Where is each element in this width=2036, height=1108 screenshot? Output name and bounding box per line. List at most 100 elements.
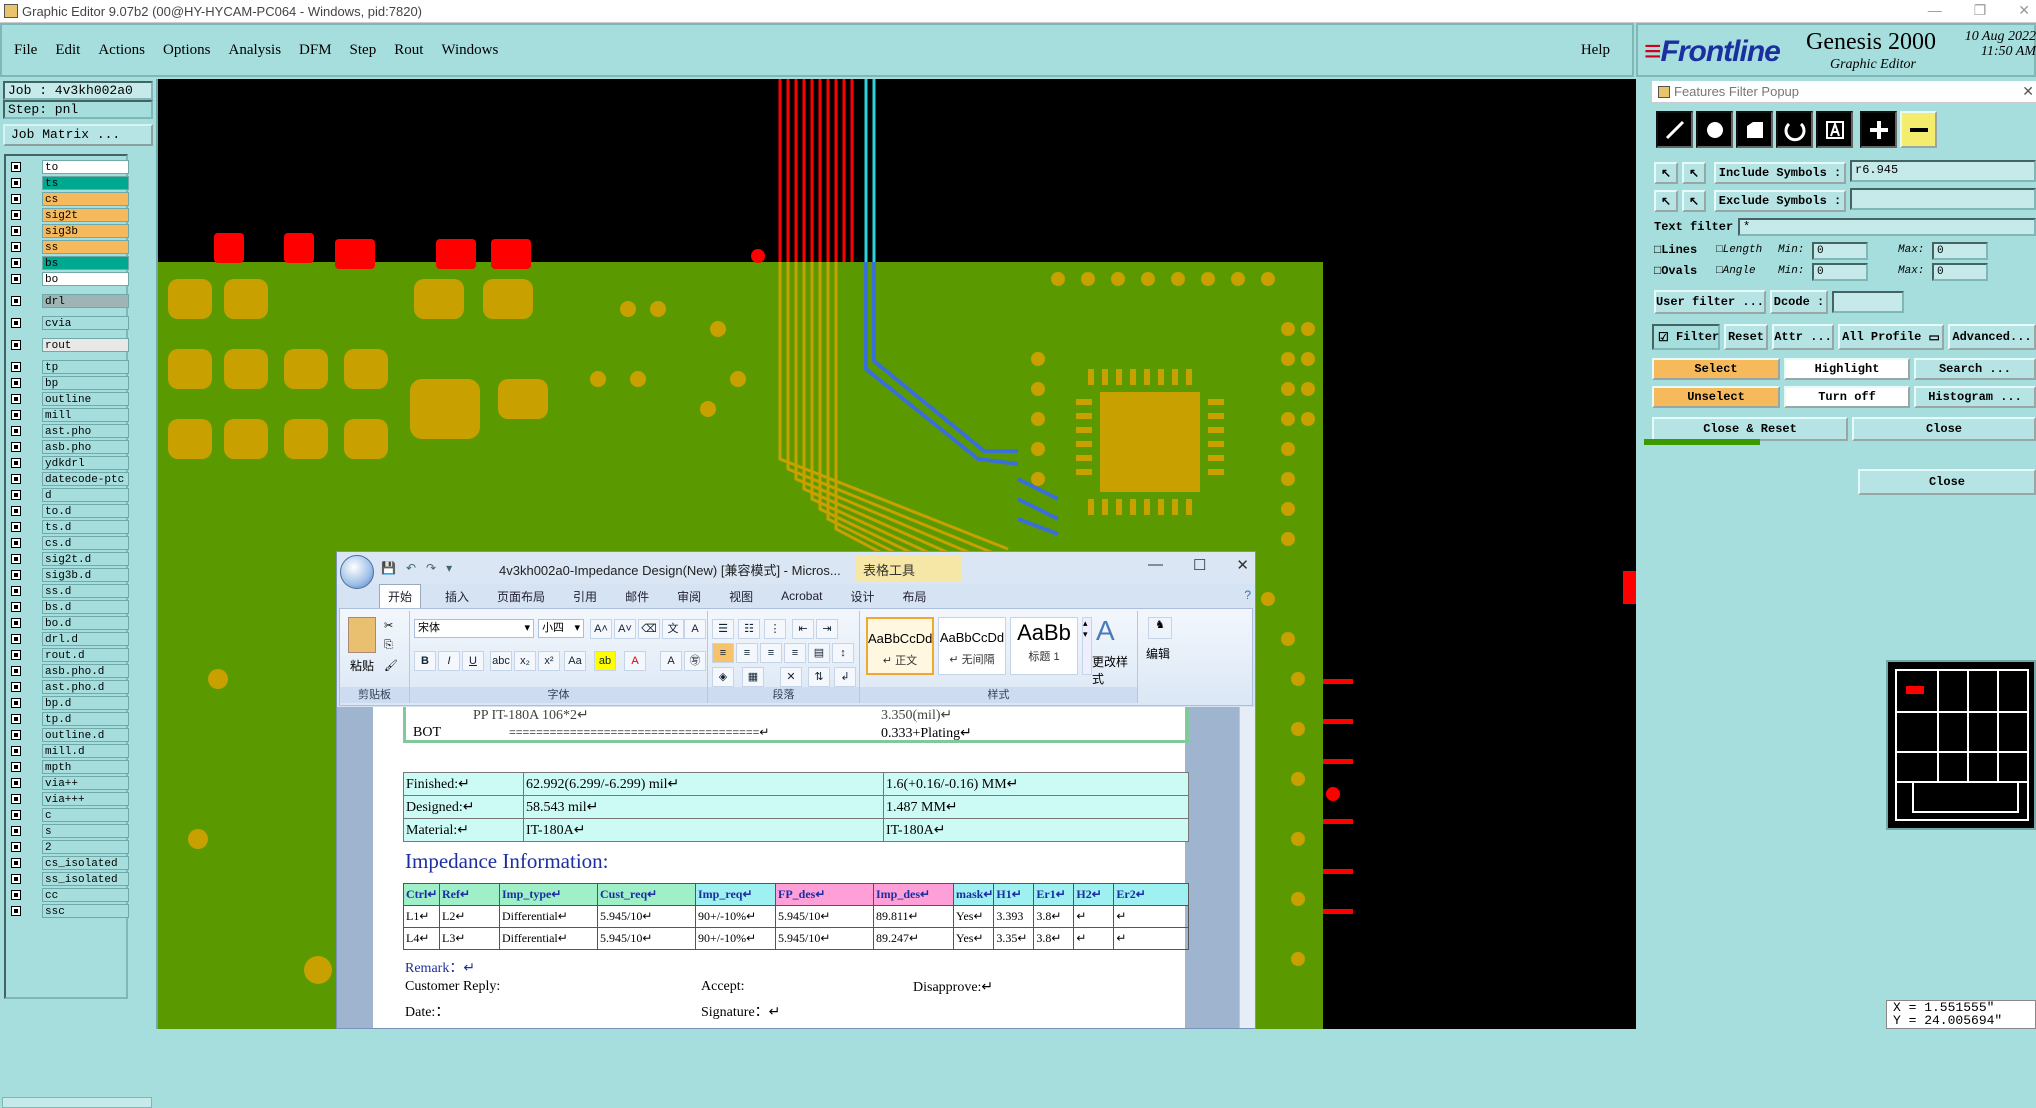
length-checkbox[interactable]: □Length <box>1716 244 1762 256</box>
superscript-icon[interactable]: x² <box>538 651 560 671</box>
copy-icon[interactable]: ⎘ <box>384 639 393 652</box>
layer-row[interactable]: sig2t <box>6 207 129 223</box>
layer-row[interactable]: 2 <box>6 839 129 855</box>
layer-name[interactable]: bs.d <box>42 600 129 614</box>
layer-name[interactable]: bp <box>42 376 129 390</box>
layer-checkbox[interactable] <box>11 394 21 404</box>
menu-options[interactable]: Options <box>163 42 211 59</box>
tab-design[interactable]: 设计 <box>850 588 874 605</box>
layer-name[interactable]: bp.d <box>42 696 129 710</box>
layer-checkbox[interactable] <box>11 714 21 724</box>
length-min-input[interactable]: 0 <box>1812 242 1868 260</box>
layer-row[interactable]: ast.pho.d <box>6 679 129 695</box>
include-list-button[interactable]: ↖ <box>1682 162 1706 184</box>
layer-row[interactable]: bp.d <box>6 695 129 711</box>
layer-checkbox[interactable] <box>11 730 21 740</box>
layer-name[interactable]: d <box>42 488 129 502</box>
menu-dfm[interactable]: DFM <box>299 42 332 59</box>
layer-name[interactable]: ss <box>42 240 129 254</box>
layer-checkbox[interactable] <box>11 602 21 612</box>
layer-name[interactable]: ss.d <box>42 584 129 598</box>
profile-dropdown[interactable]: All Profile ▭ <box>1838 324 1944 350</box>
text-filter-input[interactable]: * <box>1738 218 2036 236</box>
undo-icon[interactable]: ↶ <box>406 561 416 575</box>
qat-dropdown-icon[interactable]: ▾ <box>446 561 452 575</box>
popup-close-icon[interactable]: ✕ <box>2022 83 2034 100</box>
word-maximize-icon[interactable]: ☐ <box>1193 556 1206 574</box>
paste-icon[interactable] <box>348 617 376 653</box>
layer-name[interactable]: c <box>42 808 129 822</box>
histogram-button[interactable]: Histogram ... <box>1914 386 2036 408</box>
layer-row[interactable]: ast.pho <box>6 423 129 439</box>
layer-name[interactable]: cs <box>42 192 129 206</box>
layer-checkbox[interactable] <box>11 378 21 388</box>
layer-name[interactable]: rout.d <box>42 648 129 662</box>
layer-row[interactable]: bo.d <box>6 615 129 631</box>
layer-checkbox[interactable] <box>11 490 21 500</box>
layer-row[interactable]: mpth <box>6 759 129 775</box>
layer-checkbox[interactable] <box>11 362 21 372</box>
include-arrow-button[interactable]: ↖ <box>1654 162 1678 184</box>
layer-row[interactable]: cc <box>6 887 129 903</box>
highlight-icon[interactable]: ab <box>594 651 616 671</box>
layer-name[interactable]: bo <box>42 272 129 286</box>
layer-name[interactable]: ast.pho.d <box>42 680 129 694</box>
layer-row[interactable]: cs <box>6 191 129 207</box>
layer-row[interactable]: cs_isolated <box>6 855 129 871</box>
layer-row[interactable]: bp <box>6 375 129 391</box>
layer-name[interactable]: ssc <box>42 904 129 918</box>
justify-icon[interactable]: ≡ <box>784 643 806 663</box>
turn-off-button[interactable]: Turn off <box>1784 386 1910 408</box>
layer-checkbox[interactable] <box>11 634 21 644</box>
layer-checkbox[interactable] <box>11 258 21 268</box>
layer-name[interactable]: sig3b <box>42 224 129 238</box>
close-icon[interactable]: ✕ <box>2018 2 2030 19</box>
layer-name[interactable]: ts.d <box>42 520 129 534</box>
style-normal[interactable]: AaBbCcDd ↵ 正文 <box>866 617 934 675</box>
layer-name[interactable]: ast.pho <box>42 424 129 438</box>
grow-font-icon[interactable]: A˄ <box>590 619 612 639</box>
angle-max-input[interactable]: 0 <box>1932 263 1988 281</box>
close-button[interactable]: Close <box>1852 417 2036 441</box>
layer-checkbox[interactable] <box>11 506 21 516</box>
word-vertical-scrollbar[interactable] <box>1239 707 1255 1028</box>
exclude-list-button[interactable]: ↖ <box>1682 190 1706 212</box>
advanced-button[interactable]: Advanced... <box>1948 324 2036 350</box>
layer-row[interactable]: sig3b.d <box>6 567 129 583</box>
line-feature-button[interactable] <box>1656 111 1693 148</box>
layer-row[interactable]: s <box>6 823 129 839</box>
paste-label[interactable]: 粘贴 <box>350 657 374 674</box>
layer-row[interactable]: tp.d <box>6 711 129 727</box>
line-spacing-icon[interactable]: ↕ <box>832 643 854 663</box>
layer-row[interactable]: c <box>6 807 129 823</box>
layer-checkbox[interactable] <box>11 666 21 676</box>
dcode-input[interactable] <box>1832 291 1904 313</box>
layer-name[interactable]: outline <box>42 392 129 406</box>
layer-checkbox[interactable] <box>11 162 21 172</box>
layer-row[interactable]: ssc <box>6 903 129 919</box>
layer-name[interactable]: bo.d <box>42 616 129 630</box>
layer-row[interactable]: ts.d <box>6 519 129 535</box>
layer-name[interactable]: via+++ <box>42 792 129 806</box>
layer-checkbox[interactable] <box>11 698 21 708</box>
menu-rout[interactable]: Rout <box>394 42 423 59</box>
layer-checkbox[interactable] <box>11 810 21 820</box>
restore-icon[interactable]: ❐ <box>1974 2 1987 19</box>
layer-checkbox[interactable] <box>11 410 21 420</box>
menu-step[interactable]: Step <box>350 42 377 59</box>
layer-row[interactable]: ts <box>6 175 129 191</box>
layer-checkbox[interactable] <box>11 474 21 484</box>
menu-file[interactable]: File <box>14 42 37 59</box>
layer-checkbox[interactable] <box>11 762 21 772</box>
lines-checkbox[interactable]: □Lines <box>1654 243 1697 257</box>
layer-checkbox[interactable] <box>11 340 21 350</box>
align-center-icon[interactable]: ≡ <box>736 643 758 663</box>
borders-icon[interactable]: ▦ <box>742 667 764 687</box>
menu-edit[interactable]: Edit <box>55 42 80 59</box>
unselect-button[interactable]: Unselect <box>1652 386 1780 408</box>
tab-mailings[interactable]: 邮件 <box>625 588 649 605</box>
find-icon[interactable]: ♞ <box>1148 617 1172 639</box>
layer-checkbox[interactable] <box>11 274 21 284</box>
layer-name[interactable]: rout <box>42 338 129 352</box>
align-left-icon[interactable]: ≡ <box>712 643 734 663</box>
